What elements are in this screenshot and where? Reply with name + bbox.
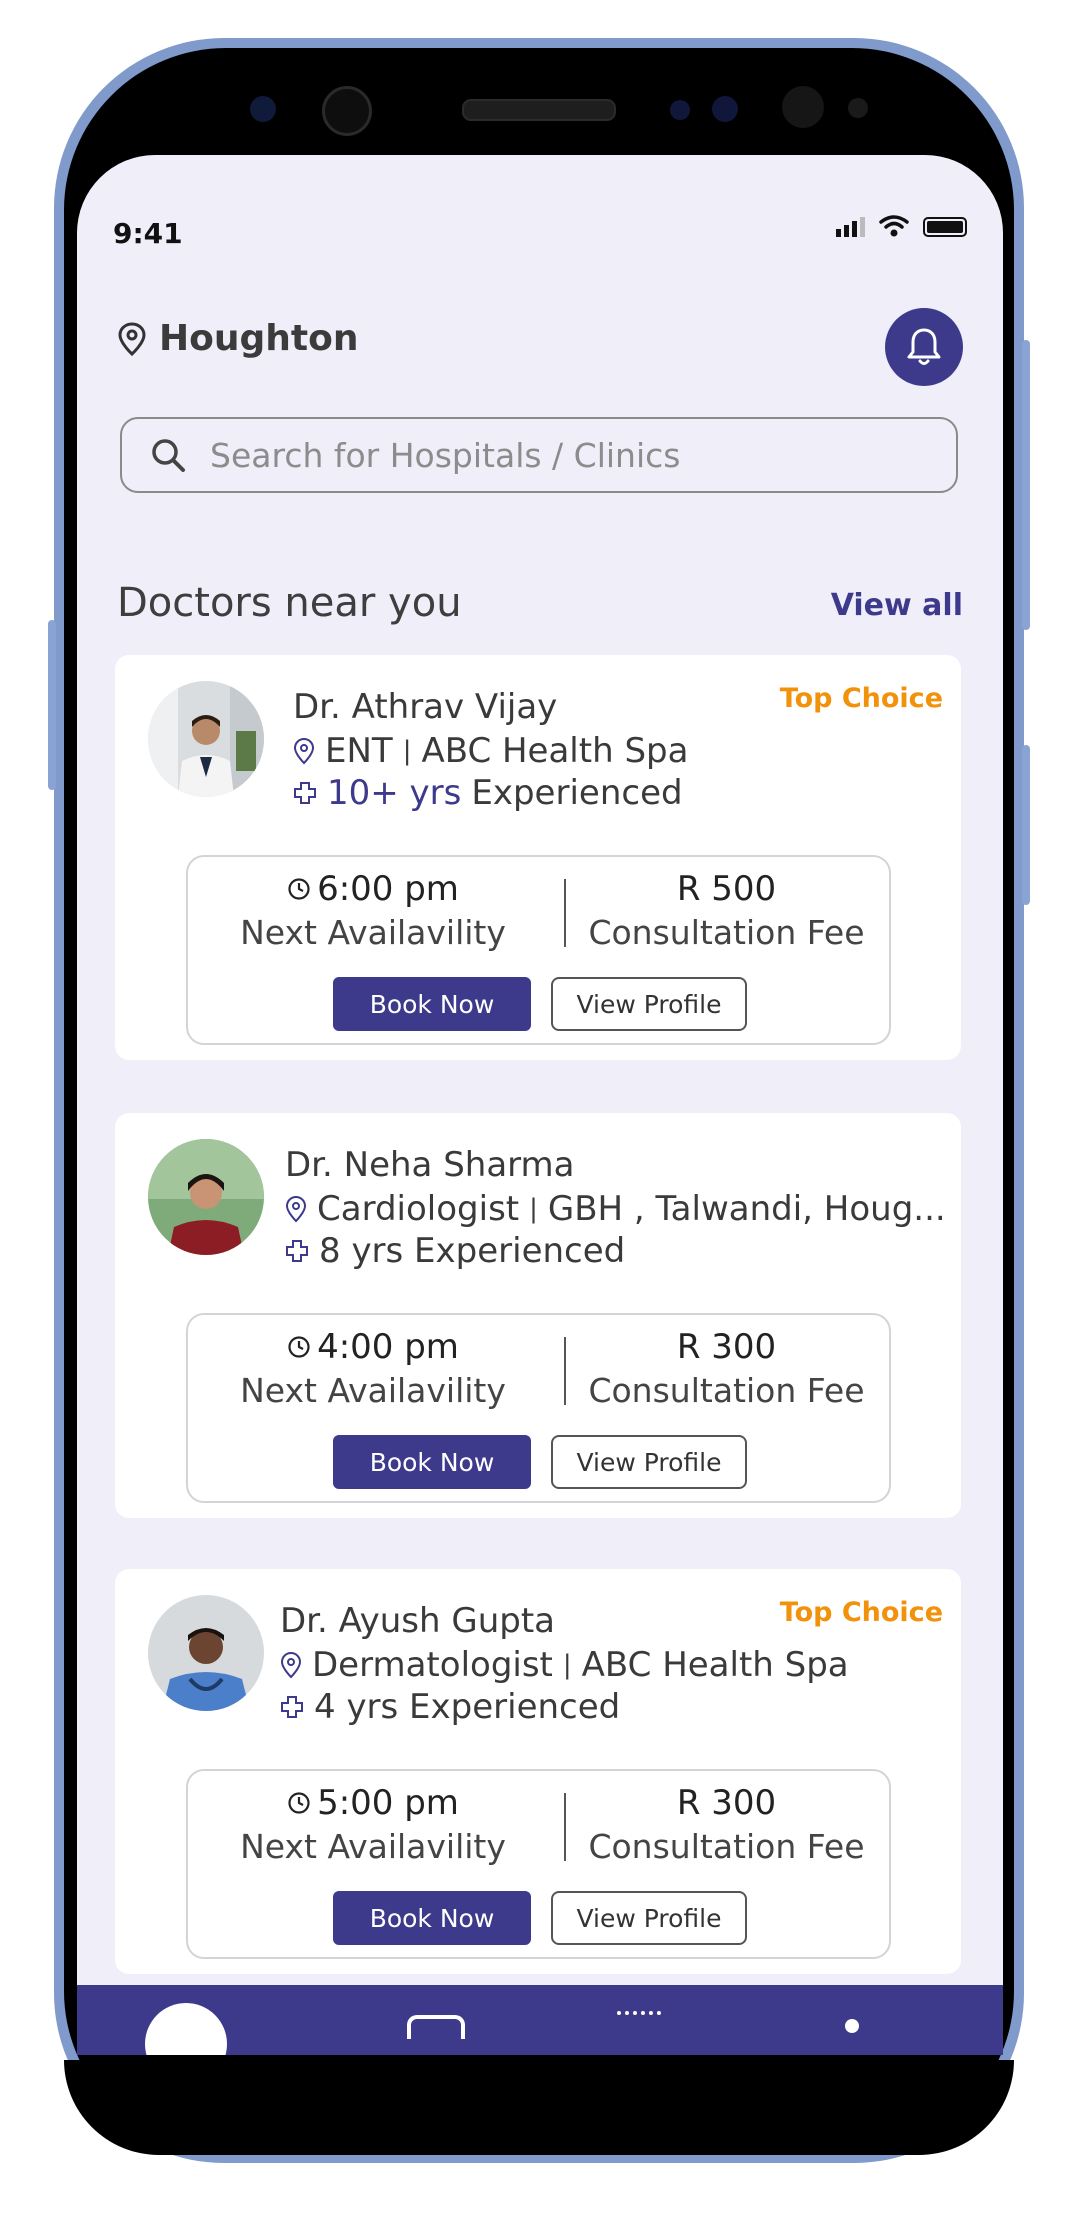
doctor-name: Dr. Ayush Gupta (280, 1601, 555, 1641)
doctor-experience: 10+ yrs Experienced (293, 773, 683, 813)
next-availability: 4:00 pm Next Availavility (188, 1327, 558, 1410)
sensor (670, 100, 690, 120)
side-button (1022, 745, 1030, 905)
search-icon (152, 439, 185, 472)
cross-icon (281, 1696, 303, 1718)
divider: | (562, 1650, 572, 1680)
hospital-text: GBH , Talwandi, Houg... (547, 1189, 946, 1229)
specialty-text: ENT (325, 731, 393, 771)
notifications-button[interactable] (885, 308, 963, 386)
sensor (848, 98, 868, 118)
doctor-card[interactable]: Top Choice Dr. Ayush Gupta Dermatologist… (115, 1569, 961, 1974)
availability-label: Next Availavility (240, 1827, 506, 1866)
consultation-fee: R 300 Consultation Fee (560, 1327, 893, 1410)
location-pin-icon (293, 737, 315, 765)
availability-time: 4:00 pm (317, 1327, 459, 1367)
bottom-navigation[interactable] (77, 1985, 1003, 2055)
specialty-text: Cardiologist (317, 1189, 520, 1229)
front-camera (250, 96, 276, 122)
availability-box: 5:00 pm Next Availavility R 300 Consulta… (186, 1769, 891, 1959)
next-availability: 6:00 pm Next Availavility (188, 869, 558, 952)
divider: | (402, 736, 412, 766)
top-choice-badge: Top Choice (779, 683, 943, 714)
hospital-text: ABC Health Spa (421, 731, 689, 771)
clock-icon (288, 1336, 310, 1358)
status-time: 9:41 (113, 217, 183, 250)
doctor-specialty: Dermatologist | ABC Health Spa (280, 1645, 849, 1685)
cross-icon (286, 1240, 308, 1262)
app-screen: 9:41 Houghton Doctors near you Vie (77, 155, 1003, 2055)
fee-label: Consultation Fee (588, 1827, 865, 1866)
availability-label: Next Availavility (240, 913, 506, 952)
nav-calendar-icon[interactable] (617, 2011, 661, 2045)
hospital-text: ABC Health Spa (581, 1645, 849, 1685)
volume-button (48, 620, 56, 790)
book-now-button[interactable]: Book Now (333, 1891, 531, 1945)
fee-amount: R 300 (676, 1327, 777, 1367)
experience-label: 4 yrs Experienced (314, 1687, 621, 1727)
sensor (782, 86, 824, 128)
status-icons (836, 215, 967, 237)
doctor-experience: 4 yrs Experienced (280, 1687, 620, 1727)
location-selector[interactable]: Houghton (117, 318, 358, 359)
specialty-text: Dermatologist (312, 1645, 553, 1685)
availability-box: 4:00 pm Next Availavility R 300 Consulta… (186, 1313, 891, 1503)
fee-label: Consultation Fee (588, 913, 865, 952)
sensor (712, 96, 738, 122)
doctor-avatar (148, 681, 264, 797)
divider: | (529, 1194, 538, 1224)
doctor-avatar (148, 1595, 264, 1711)
doctor-experience: 8 yrs Experienced (285, 1231, 625, 1271)
clock-icon (288, 1792, 310, 1814)
section-title: Doctors near you (117, 580, 462, 626)
nav-item-icon[interactable] (407, 2015, 465, 2039)
book-now-button[interactable]: Book Now (333, 1435, 531, 1489)
doctor-specialty: Cardiologist | GBH , Talwandi, Houg... (285, 1189, 946, 1229)
doctor-specialty: ENT | ABC Health Spa (293, 731, 688, 771)
location-pin-icon (280, 1651, 302, 1679)
view-profile-button[interactable]: View Profile (551, 1435, 747, 1489)
doctor-name: Dr. Neha Sharma (285, 1145, 575, 1185)
search-input[interactable] (208, 434, 892, 476)
book-now-button[interactable]: Book Now (333, 977, 531, 1031)
doctor-card[interactable]: Top Choice Dr. Athrav Vijay ENT | ABC He… (115, 655, 961, 1060)
availability-time: 5:00 pm (317, 1783, 459, 1823)
earpiece-speaker (462, 99, 616, 121)
nav-profile-icon[interactable] (845, 2019, 859, 2033)
wifi-icon (879, 215, 909, 237)
top-choice-badge: Top Choice (779, 1597, 943, 1628)
view-profile-button[interactable]: View Profile (551, 977, 747, 1031)
phone-bottom-bezel (64, 2060, 1014, 2155)
doctor-card[interactable]: Dr. Neha Sharma Cardiologist | GBH , Tal… (115, 1113, 961, 1518)
view-all-link[interactable]: View all (831, 588, 963, 623)
cross-icon (294, 782, 316, 804)
power-button (1022, 340, 1030, 630)
battery-icon (923, 217, 967, 237)
view-profile-button[interactable]: View Profile (551, 1891, 747, 1945)
availability-time: 6:00 pm (317, 869, 459, 909)
experience-label: 8 yrs Experienced (319, 1231, 626, 1271)
bell-icon (907, 328, 941, 365)
location-pin-icon (285, 1195, 307, 1223)
signal-icon (836, 217, 865, 237)
fee-amount: R 500 (676, 869, 777, 909)
experience-label: Experienced (471, 773, 683, 813)
location-name: Houghton (159, 318, 359, 359)
fee-label: Consultation Fee (588, 1371, 865, 1410)
consultation-fee: R 500 Consultation Fee (560, 869, 893, 952)
clock-icon (288, 878, 310, 900)
front-camera-main (322, 86, 372, 136)
search-bar[interactable] (120, 417, 958, 493)
doctor-name: Dr. Athrav Vijay (293, 687, 558, 727)
doctor-avatar (148, 1139, 264, 1255)
consultation-fee: R 300 Consultation Fee (560, 1783, 893, 1866)
location-pin-icon (118, 321, 146, 356)
fee-amount: R 300 (676, 1783, 777, 1823)
next-availability: 5:00 pm Next Availavility (188, 1783, 558, 1866)
availability-label: Next Availavility (240, 1371, 506, 1410)
experience-years: 10+ yrs (327, 773, 462, 813)
nav-home-icon[interactable] (145, 2003, 227, 2055)
availability-box: 6:00 pm Next Availavility R 500 Consulta… (186, 855, 891, 1045)
